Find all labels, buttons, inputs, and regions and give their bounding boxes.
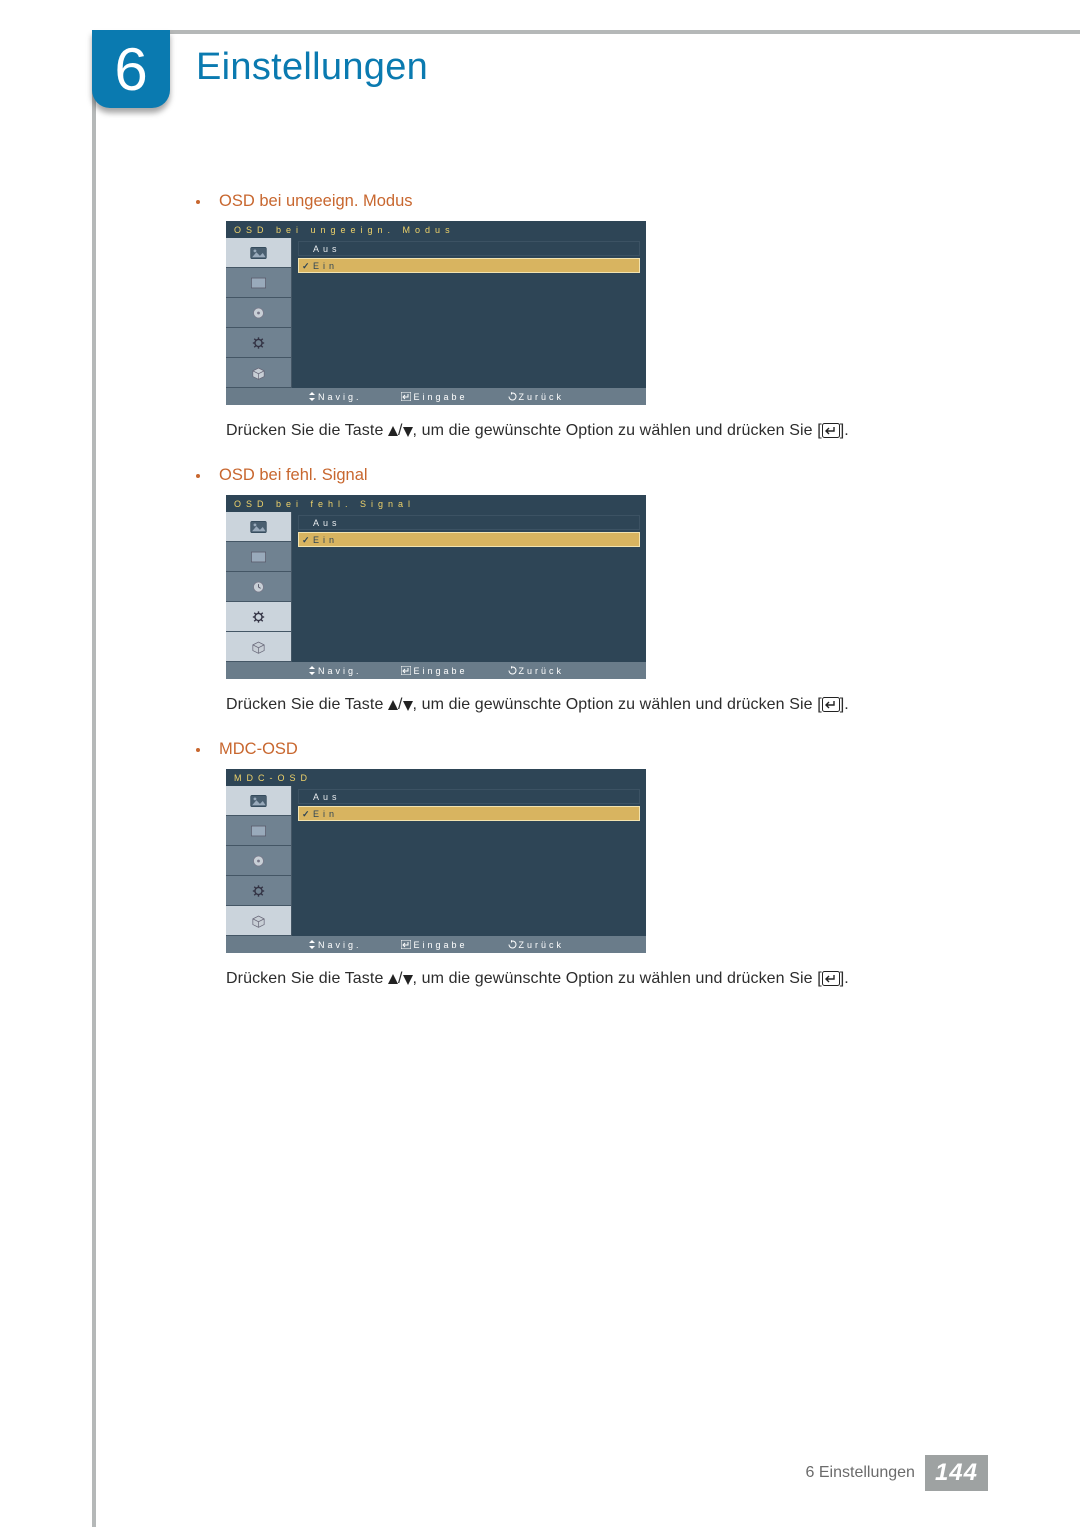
bullet-icon [196, 474, 200, 478]
osd-sidebar [226, 512, 292, 662]
down-triangle-icon [403, 974, 413, 986]
sidebar-item-disc [226, 846, 291, 876]
osd-footer: Navig. Eingabe Zurück [226, 388, 646, 405]
osd-option-off: Aus [298, 515, 640, 530]
down-triangle-icon [403, 700, 413, 712]
osd-option-on: ✓Ein [298, 532, 640, 547]
enter-icon [822, 697, 840, 712]
sidebar-item-screen [226, 816, 291, 846]
osd-option-on: ✓Ein [298, 258, 640, 273]
content-area: OSD bei ungeeign. Modus OSD bei ungeeign… [196, 192, 876, 1015]
sidebar-item-screen [226, 542, 291, 572]
instruction-text: Drücken Sie die Taste /, um die gewünsch… [226, 693, 876, 716]
osd-nav-hint: Navig. [308, 392, 362, 402]
osd-back-hint: Zurück [508, 940, 565, 950]
osd-enter-hint: Eingabe [401, 392, 467, 402]
chapter-tab: 6 [92, 30, 170, 108]
osd-title: OSD bei fehl. Signal [226, 495, 646, 512]
instruction-text: Drücken Sie die Taste /, um die gewünsch… [226, 967, 876, 990]
osd-screenshot: MDC-OSD Aus ✓Ein Navig. Eingabe Zurück [226, 769, 876, 953]
section-heading: OSD bei ungeeign. Modus [219, 192, 413, 211]
enter-icon [822, 971, 840, 986]
osd-enter-hint: Eingabe [401, 666, 467, 676]
chapter-number: 6 [114, 35, 147, 104]
bullet-icon [196, 748, 200, 752]
check-icon: ✓ [302, 809, 312, 819]
section-heading-row: OSD bei fehl. Signal [196, 466, 876, 485]
up-triangle-icon [388, 700, 398, 712]
sidebar-item-settings [226, 602, 291, 632]
sidebar-item-disc [226, 298, 291, 328]
osd-back-hint: Zurück [508, 666, 565, 676]
section-heading: MDC-OSD [219, 740, 298, 759]
osd-option-off: Aus [298, 241, 640, 256]
page-footer: 6 Einstellungen 144 [806, 1455, 988, 1491]
footer-text: 6 Einstellungen [806, 1464, 915, 1482]
enter-icon [822, 423, 840, 438]
sidebar-item-screen [226, 268, 291, 298]
osd-back-hint: Zurück [508, 392, 565, 402]
sidebar-item-settings [226, 876, 291, 906]
check-icon: ✓ [302, 261, 312, 271]
osd-title: OSD bei ungeeign. Modus [226, 221, 646, 238]
osd-footer: Navig. Eingabe Zurück [226, 936, 646, 953]
osd-options: Aus ✓Ein [292, 238, 646, 388]
sidebar-item-picture [226, 238, 291, 268]
osd-screenshot: OSD bei ungeeign. Modus Aus ✓Ein Navig. … [226, 221, 876, 405]
osd-screenshot: OSD bei fehl. Signal Aus ✓Ein Navig. Ein… [226, 495, 876, 679]
check-icon: ✓ [302, 535, 312, 545]
osd-sidebar [226, 786, 292, 936]
page-title: Einstellungen [196, 46, 428, 89]
osd-nav-hint: Navig. [308, 940, 362, 950]
top-rule [92, 30, 1080, 34]
osd-enter-hint: Eingabe [401, 940, 467, 950]
osd-options: Aus ✓Ein [292, 786, 646, 936]
down-triangle-icon [403, 426, 413, 438]
bullet-icon [196, 200, 200, 204]
sidebar-item-clock [226, 572, 291, 602]
osd-option-on: ✓Ein [298, 806, 640, 821]
sidebar-item-box [226, 906, 291, 936]
osd-nav-hint: Navig. [308, 666, 362, 676]
osd-options: Aus ✓Ein [292, 512, 646, 662]
section-heading-row: OSD bei ungeeign. Modus [196, 192, 876, 211]
sidebar-item-box [226, 358, 291, 388]
up-triangle-icon [388, 426, 398, 438]
sidebar-item-picture [226, 512, 291, 542]
osd-footer: Navig. Eingabe Zurück [226, 662, 646, 679]
left-rule [92, 30, 96, 1527]
instruction-text: Drücken Sie die Taste /, um die gewünsch… [226, 419, 876, 442]
sidebar-item-box [226, 632, 291, 662]
page-number: 144 [925, 1455, 988, 1491]
sidebar-item-picture [226, 786, 291, 816]
osd-sidebar [226, 238, 292, 388]
section-heading: OSD bei fehl. Signal [219, 466, 368, 485]
sidebar-item-settings [226, 328, 291, 358]
osd-option-off: Aus [298, 789, 640, 804]
osd-title: MDC-OSD [226, 769, 646, 786]
up-triangle-icon [388, 974, 398, 986]
section-heading-row: MDC-OSD [196, 740, 876, 759]
